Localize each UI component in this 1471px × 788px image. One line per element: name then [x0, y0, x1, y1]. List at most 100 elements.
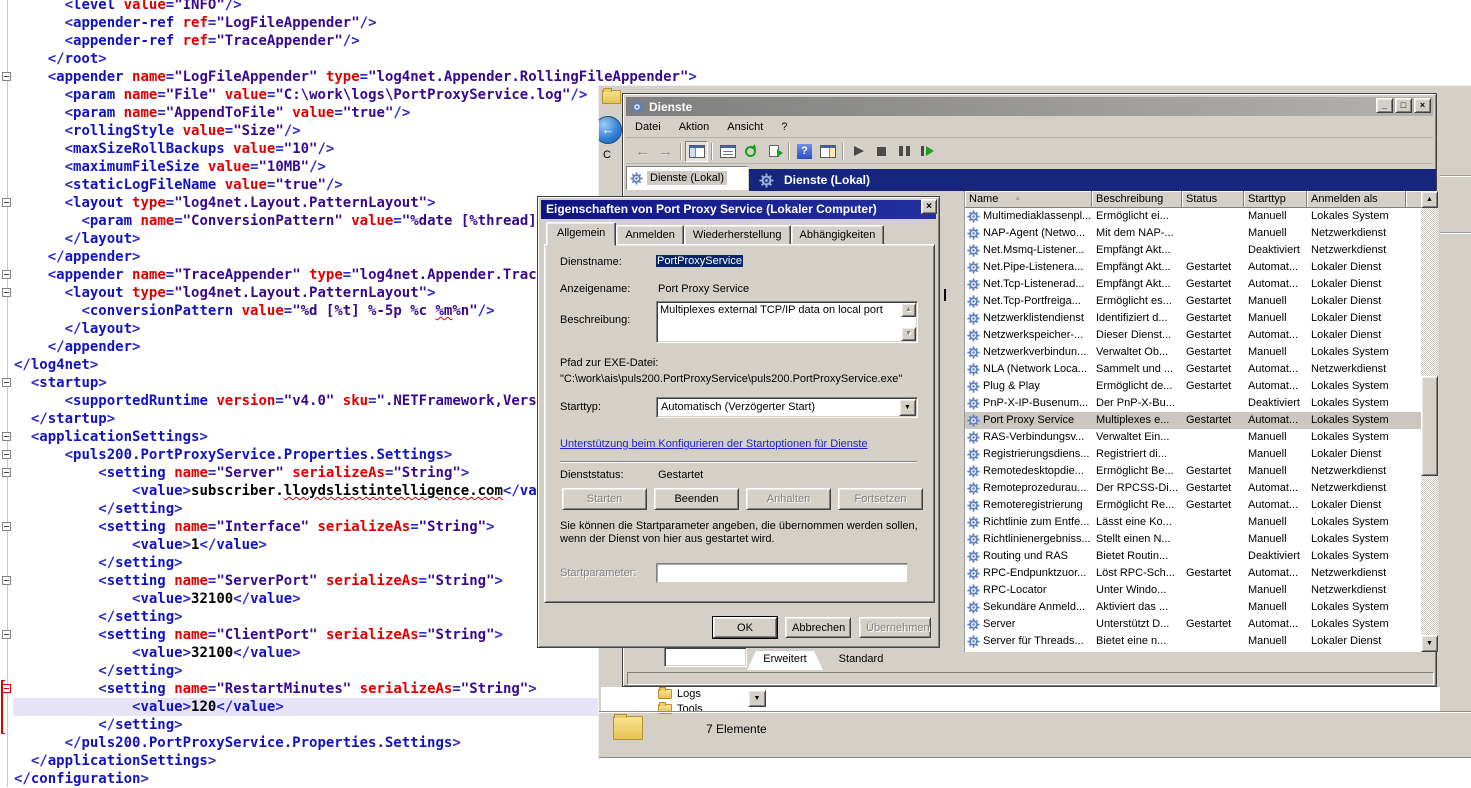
table-row[interactable]: Richtlinienergebniss...Stellt einen N...…: [965, 531, 1421, 548]
table-row[interactable]: ServerUnterstützt D...GestartetAutomat..…: [965, 616, 1421, 633]
fold-collapse-icon[interactable]: [2, 198, 11, 207]
menu-item-ansicht[interactable]: Ansicht: [718, 118, 772, 136]
table-row[interactable]: Richtlinie zum Entfe...Lässt eine Ko...M…: [965, 514, 1421, 531]
fold-collapse-icon[interactable]: [2, 270, 11, 279]
table-row[interactable]: NLA (Network Loca...Sammelt und ...Gesta…: [965, 361, 1421, 378]
starttyp-select[interactable]: Automatisch (Verzögerter Start) ▼: [656, 397, 918, 418]
scroll-up-icon[interactable]: ▲: [901, 303, 916, 317]
table-scrollbar[interactable]: ▲ ▼: [1421, 191, 1438, 652]
show-action-pane-icon[interactable]: [816, 141, 839, 162]
starten-button[interactable]: Starten: [562, 488, 647, 510]
table-row[interactable]: Netzwerkspeicher-...Dieser Dienst...Gest…: [965, 327, 1421, 344]
table-row[interactable]: Net.Tcp-Listenerad...Empfängt Akt...Gest…: [965, 276, 1421, 293]
fold-collapse-icon[interactable]: [2, 630, 11, 639]
table-row[interactable]: Sekundäre Anmeld...Aktiviert das ...Manu…: [965, 599, 1421, 616]
back-icon[interactable]: ←: [631, 141, 654, 162]
table-row[interactable]: Port Proxy ServiceMultiplexes e...Gestar…: [965, 412, 1421, 429]
tab-allgemein[interactable]: Allgemein: [546, 222, 616, 246]
table-row[interactable]: NAP-Agent (Netwo...Mit dem NAP-...Manuel…: [965, 225, 1421, 242]
table-row[interactable]: Net.Tcp-Portfreiga...Ermöglicht es...Ges…: [965, 293, 1421, 310]
tab-standard[interactable]: Standard: [823, 651, 899, 670]
gear-icon: [967, 329, 980, 342]
scroll-down-icon[interactable]: ▼: [901, 327, 916, 341]
tree-item[interactable]: Logs: [658, 688, 701, 700]
fold-collapse-icon[interactable]: [2, 288, 11, 297]
table-row[interactable]: Server für Threads...Bietet eine n...Man…: [965, 633, 1421, 650]
code-line: <param name="File" value="C:\work\logs\P…: [13, 86, 598, 104]
fold-collapse-icon[interactable]: [2, 684, 11, 693]
dialog-titlebar[interactable]: Eigenschaften von Port Proxy Service (Lo…: [541, 200, 936, 219]
properties-icon[interactable]: [716, 141, 739, 162]
bernehmen-button[interactable]: Übernehmen: [859, 617, 931, 638]
ok-button[interactable]: OK: [713, 617, 777, 638]
sidebar-item-dienste-lokal[interactable]: Dienste (Lokal): [626, 166, 748, 190]
fold-collapse-icon[interactable]: [2, 72, 11, 81]
forward-icon[interactable]: →: [654, 141, 677, 162]
scroll-up-icon[interactable]: ▲: [1421, 191, 1438, 208]
tab-wiederherstellung[interactable]: Wiederherstellung: [684, 225, 791, 245]
beenden-button[interactable]: Beenden: [654, 488, 739, 510]
scrollbar-thumb[interactable]: [1421, 376, 1438, 476]
column-header-status[interactable]: Status: [1182, 191, 1244, 208]
fold-collapse-icon[interactable]: [2, 576, 11, 585]
fold-collapse-icon[interactable]: [2, 450, 11, 459]
menu-item-aktion[interactable]: Aktion: [670, 118, 719, 136]
fortsetzen-button[interactable]: Fortsetzen: [838, 488, 923, 510]
stop-service-icon[interactable]: [870, 141, 893, 162]
service-status: [1182, 514, 1244, 531]
fold-collapse-icon[interactable]: [2, 378, 11, 387]
help-icon[interactable]: ?: [793, 141, 816, 162]
menu-item-[interactable]: ?: [772, 118, 796, 136]
refresh-icon[interactable]: [739, 141, 762, 162]
beschreibung-field[interactable]: Multiplexes external TCP/IP data on loca…: [656, 301, 918, 343]
startoptions-help-link[interactable]: Unterstützung beim Konfigurieren der Sta…: [560, 438, 868, 450]
table-row[interactable]: RPC-LocatorUnter Windo...ManuellNetzwerk…: [965, 582, 1421, 599]
close-icon[interactable]: ×: [1414, 98, 1431, 113]
startparameter-input[interactable]: [656, 563, 908, 583]
tab-abhängigkeiten[interactable]: Abhängigkeiten: [791, 225, 885, 245]
fold-collapse-icon[interactable]: [2, 522, 11, 531]
filter-box[interactable]: [664, 647, 747, 667]
close-icon[interactable]: ×: [921, 199, 937, 214]
table-row[interactable]: RPC-Endpunktzuor...Löst RPC-Sch...Gestar…: [965, 565, 1421, 582]
table-row[interactable]: Netzwerkverbindun...Verwaltet Ob...Gesta…: [965, 344, 1421, 361]
window-titlebar[interactable]: Dienste _□×: [626, 97, 1433, 116]
scroll-down-icon[interactable]: ▼: [1421, 635, 1438, 652]
table-row[interactable]: Routing und RASBietet Routin...Deaktivie…: [965, 548, 1421, 565]
column-header-beschreibung[interactable]: Beschreibung: [1092, 191, 1182, 208]
column-header-starttyp[interactable]: Starttyp: [1244, 191, 1307, 208]
back-button[interactable]: ←: [598, 116, 622, 144]
start-service-icon[interactable]: [847, 141, 870, 162]
table-row[interactable]: Net.Pipe-Listenera...Empfängt Akt...Gest…: [965, 259, 1421, 276]
table-row[interactable]: PnP-X-IP-Busenum...Der PnP-X-Bu...Deakti…: [965, 395, 1421, 412]
tab-erweitert[interactable]: Erweitert: [747, 651, 823, 670]
table-row[interactable]: Registrierungsdiens...Registriert di...M…: [965, 446, 1421, 463]
column-header-name[interactable]: Name▲: [965, 191, 1092, 208]
editor-gutter[interactable]: [0, 0, 13, 787]
table-row[interactable]: RAS-Verbindungsv...Verwaltet Ein...Manue…: [965, 429, 1421, 446]
chevron-down-icon[interactable]: ▼: [748, 690, 766, 707]
show-console-tree-icon[interactable]: [685, 141, 708, 162]
export-list-icon[interactable]: [762, 141, 785, 162]
tab-anmelden[interactable]: Anmelden: [616, 225, 684, 245]
pane-splitter[interactable]: [942, 191, 964, 652]
maximize-icon[interactable]: □: [1395, 98, 1412, 113]
column-header-anmeldenals[interactable]: Anmelden als: [1307, 191, 1406, 208]
fold-collapse-icon[interactable]: [2, 468, 11, 477]
restart-service-icon[interactable]: [916, 141, 939, 162]
tree-item[interactable]: Tools: [658, 703, 703, 715]
table-row[interactable]: Multimediaklassenpl...Ermöglicht ei...Ma…: [965, 208, 1421, 225]
table-row[interactable]: NetzwerklistendienstIdentifiziert d...Ge…: [965, 310, 1421, 327]
fold-collapse-icon[interactable]: [2, 432, 11, 441]
anhalten-button[interactable]: Anhalten: [746, 488, 831, 510]
table-row[interactable]: Net.Msmq-Listener...Empfängt Akt...Deakt…: [965, 242, 1421, 259]
menu-item-datei[interactable]: Datei: [626, 118, 670, 136]
table-row[interactable]: Remoteprozedurau...Der RPCSS-Di...Gestar…: [965, 480, 1421, 497]
abbrechen-button[interactable]: Abbrechen: [785, 617, 851, 638]
table-row[interactable]: Plug & PlayErmöglicht de...GestartetAuto…: [965, 378, 1421, 395]
table-row[interactable]: Remotedesktopdie...Ermöglicht Be...Gesta…: [965, 463, 1421, 480]
pause-service-icon[interactable]: [893, 141, 916, 162]
minimize-icon[interactable]: _: [1376, 98, 1393, 113]
table-row[interactable]: RemoteregistrierungErmöglicht Re...Gesta…: [965, 497, 1421, 514]
service-name: Server für Threads...: [965, 633, 1092, 650]
